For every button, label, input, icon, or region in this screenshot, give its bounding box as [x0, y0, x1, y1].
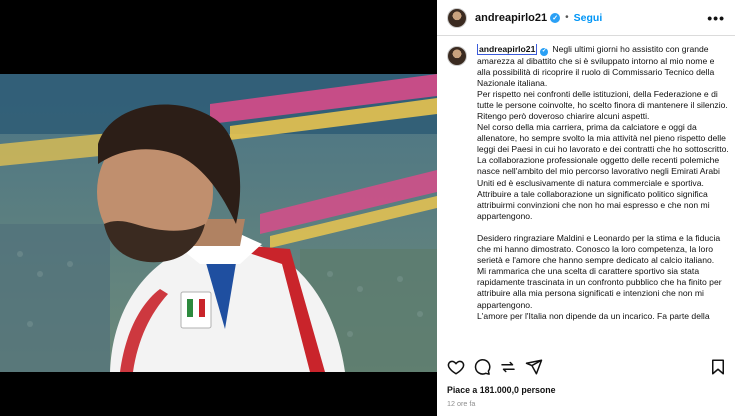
caption-text: andreapirlo21 ✓ Negli ultimi giorni ho ass… — [477, 44, 729, 322]
caption-paragraph-5: Desidero ringraziare Maldini e Leonardo … — [477, 232, 721, 266]
post-timestamp: 12 ore fa — [447, 399, 476, 408]
post-media[interactable] — [0, 0, 437, 416]
post-photo — [0, 74, 437, 372]
username[interactable]: andreapirlo21 — [475, 12, 547, 24]
post-side-panel: andreapirlo21 ✓ • Segui ••• andreapirlo2… — [437, 0, 735, 416]
comment-icon[interactable] — [473, 358, 491, 376]
caption-avatar[interactable] — [447, 46, 467, 66]
caption: andreapirlo21 ✓ Negli ultimi giorni ho ass… — [447, 44, 731, 350]
verified-badge-icon: ✓ — [540, 47, 549, 56]
send-icon[interactable] — [525, 358, 543, 376]
bookmark-icon[interactable] — [709, 358, 727, 376]
separator-dot: • — [565, 12, 569, 23]
caption-username[interactable]: andreapirlo21 — [477, 44, 538, 55]
post-header: andreapirlo21 ✓ • Segui ••• — [437, 0, 735, 36]
share-icon[interactable] — [499, 358, 517, 376]
likes-count[interactable]: Piace a 181.000,0 persone — [447, 385, 556, 395]
photo-illustration — [0, 74, 437, 372]
heart-icon[interactable] — [447, 358, 465, 376]
caption-paragraph-7: L'amore per l'Italia non dipende da un i… — [477, 310, 710, 321]
more-options-icon[interactable]: ••• — [707, 10, 725, 26]
caption-paragraph-3: Nel corso della mia carriera, prima da c… — [477, 122, 729, 188]
follow-button[interactable]: Segui — [574, 12, 603, 24]
caption-paragraph-2: Per rispetto nei confronti delle istituz… — [477, 88, 728, 122]
avatar[interactable] — [447, 7, 467, 28]
caption-paragraph-6: Mi rammarica che una scelta di carattere… — [477, 266, 722, 310]
verified-badge-icon: ✓ — [550, 12, 561, 23]
caption-paragraph-4: Attribuire a tale collaborazione un sign… — [477, 188, 710, 221]
action-bar — [445, 358, 729, 376]
